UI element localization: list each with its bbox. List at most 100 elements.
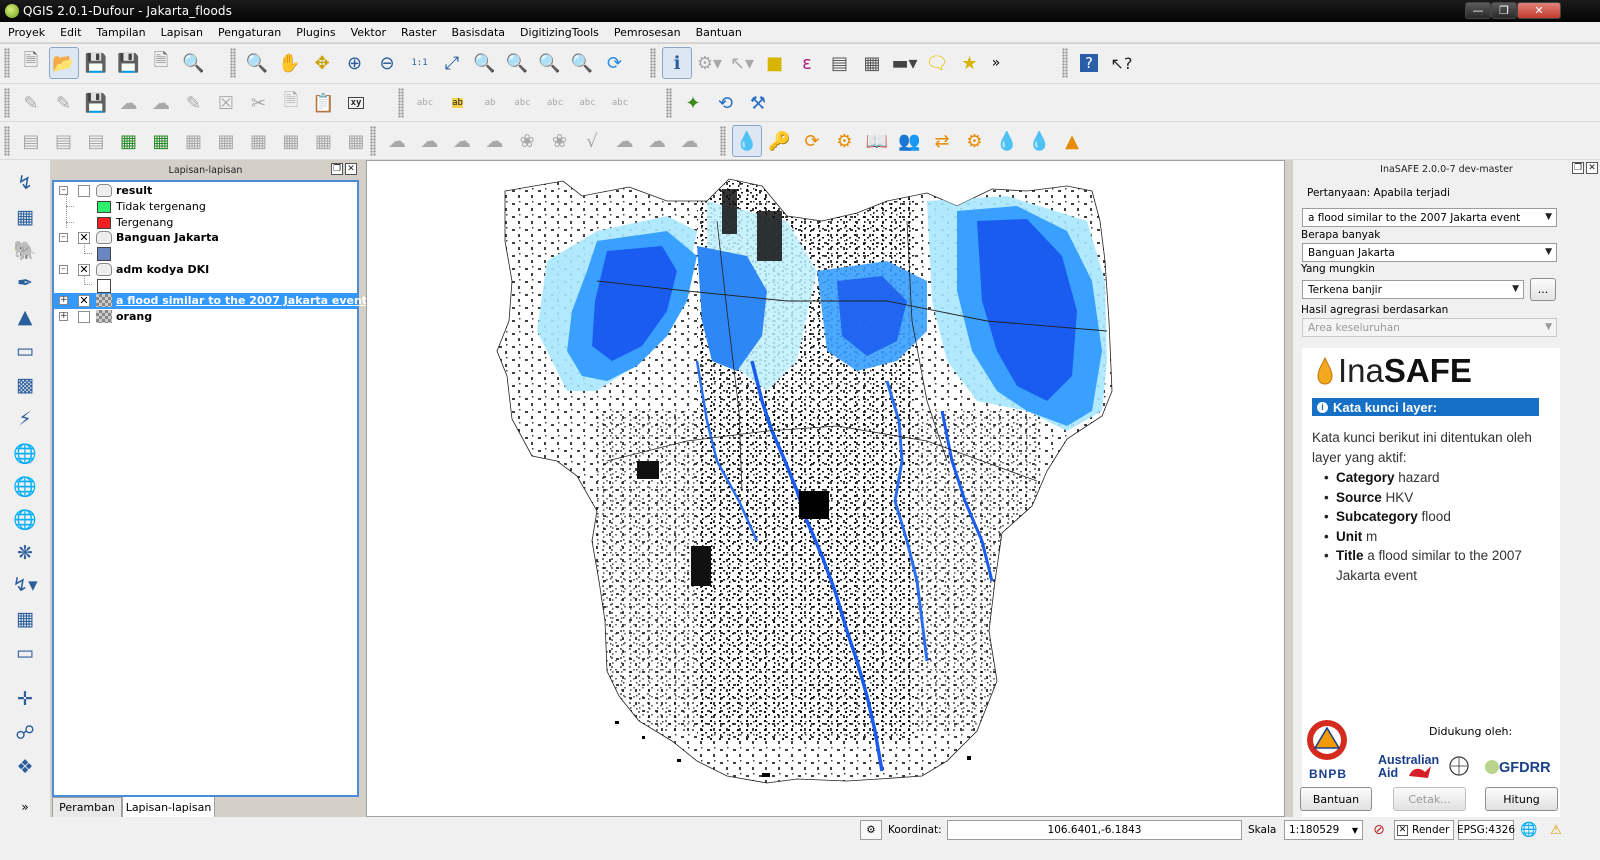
reshape-features-icon[interactable]: ▦ (309, 125, 339, 157)
move-vertex-icon[interactable]: ☁ (610, 125, 640, 157)
function-options-button[interactable]: ... (1530, 278, 1556, 301)
delete-ring-icon[interactable]: ▦ (244, 125, 274, 157)
move-feature-icon[interactable]: ☁ (146, 87, 176, 119)
options-icon[interactable]: ⚙ (830, 125, 860, 157)
node-edit-icon[interactable]: ❀ (545, 125, 575, 157)
menu-item-edit[interactable]: Edit (52, 26, 88, 39)
pin-label-icon[interactable]: abc (508, 87, 538, 119)
select-by-expression-icon[interactable]: ε (792, 47, 822, 79)
add-wcs-layer-icon[interactable]: ⚡ (9, 404, 41, 434)
exposure-combo[interactable]: Banguan Jakarta ▼ (1302, 243, 1557, 262)
run-button[interactable]: Hitung (1485, 787, 1558, 811)
new-project-icon[interactable]: 🗎 (16, 47, 46, 79)
layer-row-banguan-jakarta[interactable]: – ✕ Banguan Jakarta (54, 230, 357, 246)
remove-layer-icon[interactable]: ▭ (9, 638, 41, 668)
close-panel-icon[interactable]: ✕ (1586, 162, 1598, 174)
new-shapefile-icon[interactable]: ↯▾ (9, 570, 41, 600)
toggle-editing-icon[interactable]: ✎ (49, 87, 79, 119)
zoom-native-icon[interactable]: 1:1 (405, 47, 435, 79)
coordinate-field[interactable]: 106.6401,-6.1843 (947, 820, 1242, 840)
menu-item-lapisan[interactable]: Lapisan (153, 26, 210, 39)
render-toggle[interactable]: ✕ Render (1394, 820, 1454, 840)
add-raster-layer-icon[interactable]: ▦ (9, 202, 41, 232)
converter-icon[interactable]: ⇄ (927, 125, 957, 157)
add-oracle-layer-icon[interactable]: ▭ (9, 336, 41, 366)
add-vector-layer-icon[interactable]: ↯ (9, 168, 41, 198)
plugin-link-icon[interactable]: ☍ (9, 718, 41, 748)
menu-item-tampilan[interactable]: Tampilan (88, 26, 152, 39)
toolbar-grip[interactable] (666, 88, 672, 118)
hazard-combo[interactable]: a flood similar to the 2007 Jakarta even… (1302, 208, 1557, 227)
open-attribute-table-icon[interactable]: ▤ (825, 47, 855, 79)
node-tool-icon[interactable]: ✎ (179, 87, 209, 119)
layer-labeling-icon[interactable]: ab (443, 87, 473, 119)
layer-visibility-checkbox[interactable]: ✕ (78, 232, 90, 244)
merge-attributes-icon[interactable]: ☁ (480, 125, 510, 157)
identify-features-icon[interactable]: ℹ (662, 47, 692, 79)
menu-item-vektor[interactable]: Vektor (343, 26, 393, 39)
zoom-last-icon[interactable]: 🔍 (535, 47, 565, 79)
save-layer-edits-icon[interactable]: 💾 (81, 87, 111, 119)
split-parts-icon[interactable]: ☁ (415, 125, 445, 157)
stop-render-icon[interactable]: ⊘ (1368, 820, 1390, 840)
new-bookmark-icon[interactable]: ★ (955, 47, 985, 79)
float-panel-icon[interactable]: ❐ (1572, 162, 1584, 174)
add-delimited-text-icon[interactable]: 🌐 (9, 504, 41, 534)
add-part-icon[interactable]: ▦ (179, 125, 209, 157)
collapse-toggle[interactable]: – (59, 186, 68, 195)
rotate-point-symbols-icon[interactable]: ❀ (512, 125, 542, 157)
new-print-composer-icon[interactable]: 🗎 (146, 47, 176, 79)
menu-item-proyek[interactable]: Proyek (0, 26, 52, 39)
impact-functions-icon[interactable]: 📖 (862, 125, 892, 157)
toolbar-grip[interactable] (370, 126, 376, 156)
digitizing-tools-icon[interactable]: ✦ (678, 87, 708, 119)
change-label-icon[interactable]: abc (605, 87, 635, 119)
zoom-to-selection-icon[interactable]: 🔍 (470, 47, 500, 79)
close-panel-icon[interactable]: ✕ (345, 163, 357, 175)
toolbar-grip[interactable] (230, 48, 236, 78)
toolbar-grip[interactable] (650, 48, 656, 78)
tab-layers[interactable]: Lapisan-lapisan (122, 797, 215, 819)
undo-redo-icon[interactable]: ⟲ (711, 87, 741, 119)
line-vertex-icon[interactable]: √ (577, 125, 607, 157)
add-postgis-layer-icon[interactable]: 🐘 (9, 235, 41, 265)
layer-visibility-checkbox[interactable] (78, 311, 90, 323)
pan-hand-icon[interactable]: ✋ (275, 47, 305, 79)
simplify-feature-icon[interactable]: ▦ (114, 125, 144, 157)
plugin-node-icon[interactable]: ❖ (9, 752, 41, 782)
new-spatialite-icon[interactable]: ▦ (9, 604, 41, 634)
print-button[interactable]: Cetak... (1393, 787, 1466, 811)
menu-item-pemrosesan[interactable]: Pemrosesan (606, 26, 688, 39)
pan-to-selection-icon[interactable]: ✥ (307, 47, 337, 79)
keywords-editor-icon[interactable]: 🔑 (765, 125, 795, 157)
whats-this-icon[interactable]: ↖? (1107, 47, 1137, 79)
menu-item-pengaturan[interactable]: Pengaturan (210, 26, 288, 39)
toolbar-grip[interactable] (1062, 48, 1068, 78)
batch-runner-icon[interactable]: ⚙ (960, 125, 990, 157)
fill-ring-icon[interactable]: ▦ (211, 125, 241, 157)
zoom-to-layer-icon[interactable]: 🔍 (502, 47, 532, 79)
layer-row-adm-kodya-dki[interactable]: – ✕ adm kodya DKI (54, 262, 357, 278)
move-label-icon[interactable]: ab (475, 87, 505, 119)
labeling-icon[interactable]: abc (410, 87, 440, 119)
function-combo[interactable]: Terkena banjir ▼ (1302, 280, 1524, 299)
float-panel-icon[interactable]: ❐ (331, 163, 343, 175)
touch-zoom-icon[interactable]: 🔍 (242, 47, 272, 79)
add-layer-icon[interactable]: ▲ (1057, 125, 1087, 157)
deselect-all-icon[interactable]: ■ (760, 47, 790, 79)
maximize-button[interactable]: ❐ (1491, 2, 1517, 19)
zoom-out-icon[interactable]: ⊖ (372, 47, 402, 79)
save-scenario-icon[interactable]: 💧 (992, 125, 1022, 157)
projection-globe-icon[interactable]: 🌐 (1518, 820, 1540, 840)
add-mssql-layer-icon[interactable]: ▲ (9, 302, 41, 332)
redo-icon[interactable]: ▤ (49, 125, 79, 157)
help-contents-icon[interactable]: ? (1074, 47, 1104, 79)
menu-item-bantuan[interactable]: Bantuan (688, 26, 749, 39)
add-feature-icon[interactable]: ☁ (114, 87, 144, 119)
scale-combo[interactable]: 1:180529 ▼ (1284, 820, 1363, 840)
help-button[interactable]: Bantuan (1300, 787, 1372, 811)
map-canvas[interactable] (366, 160, 1285, 817)
toolbar-grip[interactable] (4, 48, 10, 78)
rotate-feature-icon[interactable]: ▤ (81, 125, 111, 157)
expand-toggle[interactable]: + (59, 296, 68, 305)
